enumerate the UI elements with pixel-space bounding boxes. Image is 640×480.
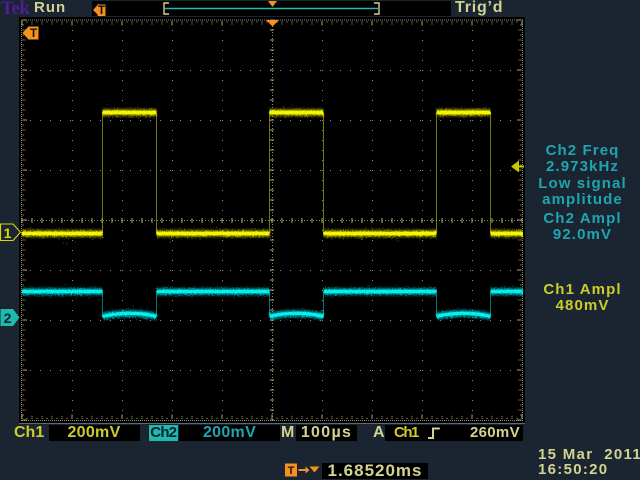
svg-text:2: 2 <box>4 310 12 326</box>
svg-text:T: T <box>288 465 295 477</box>
svg-text:T: T <box>30 26 38 40</box>
svg-text:1: 1 <box>4 225 12 241</box>
